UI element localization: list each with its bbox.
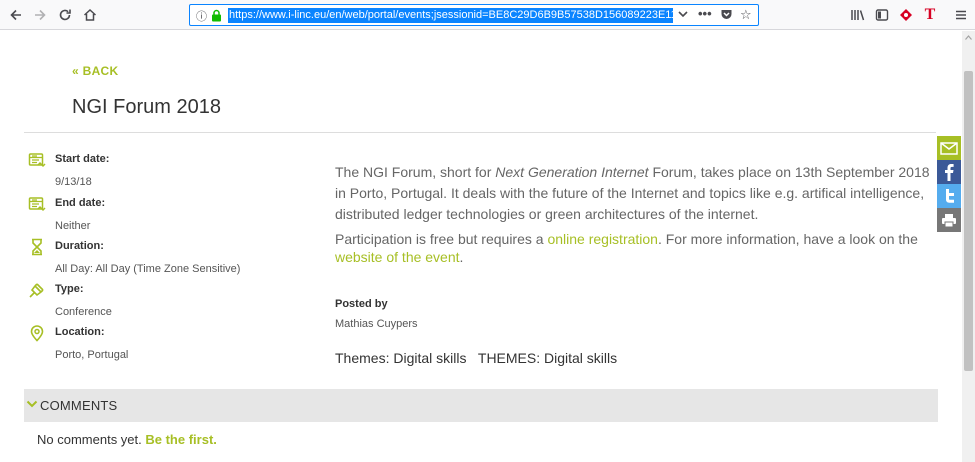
calendar-icon — [28, 153, 46, 168]
print-button[interactable] — [937, 208, 961, 232]
more-actions-icon[interactable]: ••• — [698, 6, 712, 21]
url-bar[interactable]: ⓘ https://www.i-linc.eu/en/web/portal/ev… — [189, 4, 759, 26]
event-website-link[interactable]: website of the event — [335, 249, 460, 265]
bookmark-star-icon[interactable]: ☆ — [740, 7, 752, 23]
pocket-icon[interactable] — [720, 7, 733, 24]
forward-arrow-icon[interactable] — [30, 5, 50, 25]
type-value: Conference — [55, 306, 112, 318]
chevron-down-icon — [26, 400, 38, 408]
calendar-icon — [28, 197, 46, 212]
location-value: Porto, Portugal — [55, 349, 129, 361]
back-arrow-icon[interactable] — [6, 5, 26, 25]
start-date-value: 9/13/18 — [55, 176, 92, 188]
description-text: The NGI Forum, short for — [335, 164, 496, 180]
vertical-scrollbar[interactable] — [962, 31, 975, 462]
comments-toggle[interactable]: COMMENTS — [24, 389, 938, 422]
facebook-icon — [945, 164, 954, 181]
facebook-share-button[interactable] — [937, 160, 961, 184]
no-comments-message: No comments yet. Be the first. — [37, 432, 217, 447]
twitter-share-button[interactable] — [937, 184, 961, 208]
start-date-label: Start date: — [55, 153, 110, 165]
location-label: Location: — [55, 326, 105, 338]
scroll-up-arrow-icon[interactable] — [965, 35, 972, 40]
type-label: Type: — [55, 283, 84, 295]
lock-icon[interactable] — [211, 9, 222, 22]
email-share-button[interactable] — [937, 136, 961, 160]
be-the-first-link[interactable]: Be the first. — [145, 432, 217, 447]
back-link[interactable]: « BACK — [72, 64, 118, 78]
info-icon[interactable]: ⓘ — [196, 8, 207, 24]
themes-text: Themes: Digital skills THEMES: Digital s… — [335, 350, 618, 366]
location-icon — [30, 325, 44, 342]
divider — [24, 132, 936, 133]
end-date-label: End date: — [55, 197, 106, 209]
pin-icon — [29, 283, 44, 298]
reload-icon[interactable] — [55, 5, 75, 25]
description-emphasis: Next Generation Internet — [495, 164, 649, 180]
page-title: NGI Forum 2018 — [72, 96, 221, 118]
sidebar-icon[interactable] — [872, 5, 892, 25]
posted-by-name: Mathias Cuypers — [335, 318, 418, 330]
browser-toolbar: ⓘ https://www.i-linc.eu/en/web/portal/ev… — [0, 0, 975, 30]
participation-text: Participation is free but requires a — [335, 231, 548, 247]
duration-value: All Day: All Day (Time Zone Sensitive) — [55, 263, 241, 275]
home-icon[interactable] — [80, 5, 100, 25]
library-icon[interactable] — [848, 5, 868, 25]
extension-icon[interactable] — [896, 5, 916, 25]
comments-header: COMMENTS — [40, 398, 118, 413]
twitter-icon — [946, 189, 954, 203]
participation-text: . — [459, 249, 464, 265]
scrollbar-thumb[interactable] — [964, 71, 973, 371]
posted-by-label: Posted by — [335, 298, 388, 310]
chevron-down-icon[interactable] — [677, 7, 689, 24]
menu-icon[interactable] — [951, 5, 971, 25]
description-paragraph: The NGI Forum, short for Next Generation… — [335, 162, 935, 225]
end-date-value: Neither — [55, 220, 91, 232]
duration-label: Duration: — [55, 240, 104, 252]
participation-text: . For more information, have a look on t… — [657, 231, 918, 247]
online-registration-link[interactable]: online registration — [547, 231, 658, 247]
participation-paragraph: Participation is free but requires a onl… — [335, 230, 935, 266]
hourglass-icon — [32, 238, 42, 256]
no-comments-text: No comments yet. — [37, 432, 146, 447]
translate-extension-icon[interactable]: T — [920, 5, 940, 25]
printer-icon — [942, 213, 956, 227]
envelope-icon — [940, 141, 958, 155]
url-text[interactable]: https://www.i-linc.eu/en/web/portal/even… — [228, 8, 673, 23]
